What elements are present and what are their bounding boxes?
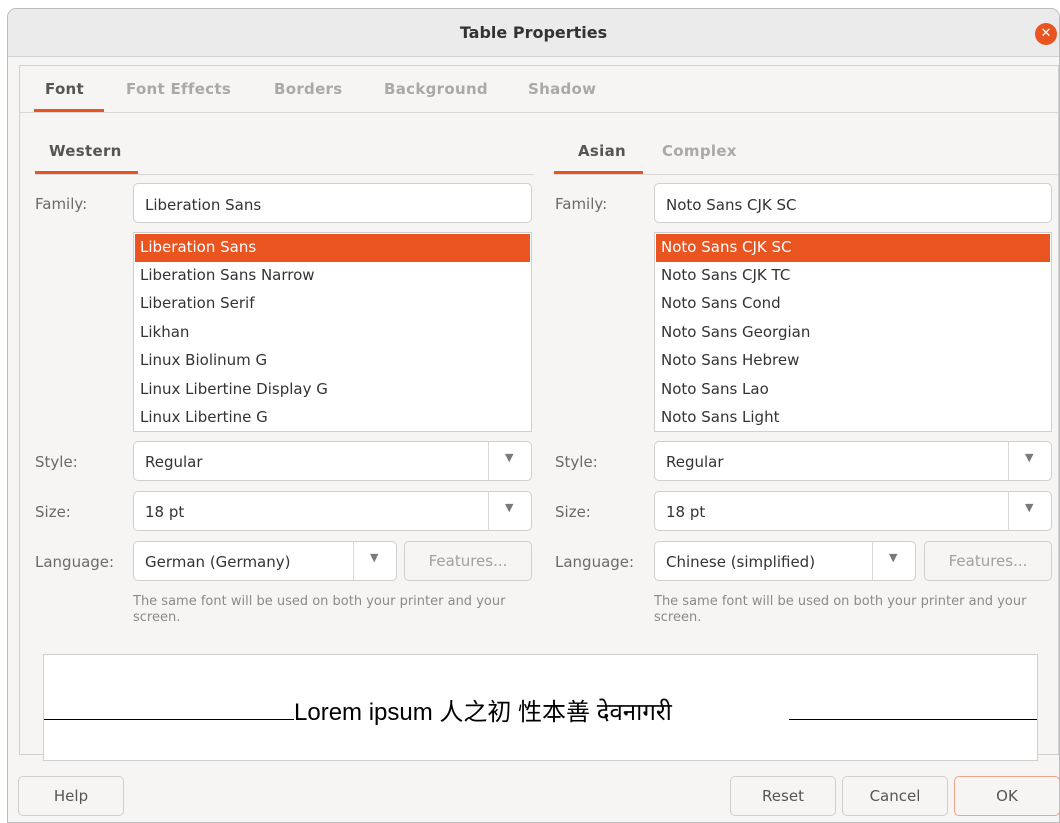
asian-style-label: Style: <box>555 453 598 471</box>
chevron-down-icon[interactable]: ▼ <box>505 501 513 514</box>
ok-button[interactable]: OK <box>954 776 1059 816</box>
western-style-select[interactable]: Regular ▼ <box>133 441 532 481</box>
subtab-asian[interactable]: Asian <box>578 142 626 160</box>
western-size-label: Size: <box>35 503 71 521</box>
combo-divider <box>488 492 489 530</box>
list-item[interactable]: Noto Sans CJK SC <box>656 234 1050 262</box>
combo-divider <box>1008 492 1009 530</box>
asian-font-hint: The same font will be used on both your … <box>654 594 1027 625</box>
asian-style-value: Regular <box>666 453 724 471</box>
list-item[interactable]: Linux Libertine G <box>135 404 530 431</box>
dialog-title: Table Properties <box>459 23 608 42</box>
close-icon[interactable]: ✕ <box>1035 23 1057 45</box>
combo-divider <box>872 542 873 580</box>
list-item[interactable]: Liberation Sans Narrow <box>135 262 530 290</box>
western-family-label: Family: <box>35 195 88 213</box>
western-language-value: German (Germany) <box>145 553 291 571</box>
reset-button[interactable]: Reset <box>730 776 836 816</box>
main-tab-bar: Font Font Effects Borders Background Sha… <box>20 66 1058 113</box>
table-properties-dialog: Table Properties ✕ Font Font Effects Bor… <box>7 8 1060 823</box>
subtab-western[interactable]: Western <box>49 142 122 160</box>
preview-baseline-left <box>44 719 294 720</box>
list-item[interactable]: Noto Sans Cond <box>656 290 1050 318</box>
asian-size-value: 18 pt <box>666 503 706 521</box>
asian-language-label: Language: <box>555 553 635 571</box>
western-size-value: 18 pt <box>145 503 185 521</box>
western-subtab-divider <box>35 174 534 175</box>
title-bar: Table Properties ✕ <box>8 9 1059 57</box>
tab-font[interactable]: Font <box>45 80 84 98</box>
subtab-complex[interactable]: Complex <box>662 142 737 160</box>
preview-text: Lorem ipsum 人之初 性本善 देवनागरी <box>294 699 672 726</box>
western-size-select[interactable]: 18 pt ▼ <box>133 491 532 531</box>
tab-font-effects[interactable]: Font Effects <box>126 80 231 98</box>
asian-tab-indicator <box>554 171 643 174</box>
western-font-hint: The same font will be used on both your … <box>133 594 506 625</box>
list-item[interactable]: Likhan <box>135 319 530 347</box>
tab-borders[interactable]: Borders <box>274 80 342 98</box>
western-features-button[interactable]: Features... <box>404 541 532 581</box>
combo-divider <box>488 442 489 480</box>
asian-language-value: Chinese (simplified) <box>666 553 816 571</box>
chevron-down-icon[interactable]: ▼ <box>1025 501 1033 514</box>
asian-family-input[interactable]: Noto Sans CJK SC <box>654 183 1052 223</box>
asian-size-select[interactable]: 18 pt ▼ <box>654 491 1052 531</box>
asian-size-label: Size: <box>555 503 591 521</box>
preview-baseline-right <box>789 719 1037 720</box>
tab-pane: Font Font Effects Borders Background Sha… <box>19 65 1059 761</box>
help-button[interactable]: Help <box>18 776 124 816</box>
chevron-down-icon[interactable]: ▼ <box>1025 451 1033 464</box>
chevron-down-icon[interactable]: ▼ <box>889 551 897 564</box>
list-item[interactable]: Linux Biolinum G <box>135 347 530 375</box>
active-tab-indicator <box>34 109 104 112</box>
western-family-input[interactable]: Liberation Sans <box>133 183 532 223</box>
list-item[interactable]: Noto Sans CJK TC <box>656 262 1050 290</box>
asian-language-select[interactable]: Chinese (simplified) ▼ <box>654 541 916 581</box>
list-item[interactable]: Noto Sans Georgian <box>656 319 1050 347</box>
list-item[interactable]: Noto Sans Hebrew <box>656 347 1050 375</box>
western-language-select[interactable]: German (Germany) ▼ <box>133 541 397 581</box>
western-tab-indicator <box>35 171 138 174</box>
list-item[interactable]: Noto Sans Light <box>656 404 1050 431</box>
asian-family-label: Family: <box>555 195 608 213</box>
asian-features-button[interactable]: Features... <box>924 541 1052 581</box>
western-style-label: Style: <box>35 453 78 471</box>
list-item[interactable]: Liberation Sans <box>135 234 530 262</box>
asian-font-list[interactable]: Noto Sans CJK SC Noto Sans CJK TC Noto S… <box>654 232 1052 432</box>
list-item[interactable]: Noto Sans Lao <box>656 376 1050 404</box>
list-item[interactable]: Liberation Serif <box>135 290 530 318</box>
asian-style-select[interactable]: Regular ▼ <box>654 441 1052 481</box>
font-preview: Lorem ipsum 人之初 性本善 देवनागरी <box>43 654 1038 761</box>
combo-divider <box>353 542 354 580</box>
cancel-button[interactable]: Cancel <box>842 776 948 816</box>
chevron-down-icon[interactable]: ▼ <box>505 451 513 464</box>
asian-subtab-divider <box>554 174 1058 175</box>
western-style-value: Regular <box>145 453 203 471</box>
list-item[interactable]: Linux Libertine Display G <box>135 376 530 404</box>
chevron-down-icon[interactable]: ▼ <box>370 551 378 564</box>
western-language-label: Language: <box>35 553 115 571</box>
tab-shadow[interactable]: Shadow <box>528 80 596 98</box>
tab-background[interactable]: Background <box>384 80 488 98</box>
western-font-list[interactable]: Liberation Sans Liberation Sans Narrow L… <box>133 232 532 432</box>
combo-divider <box>1008 442 1009 480</box>
